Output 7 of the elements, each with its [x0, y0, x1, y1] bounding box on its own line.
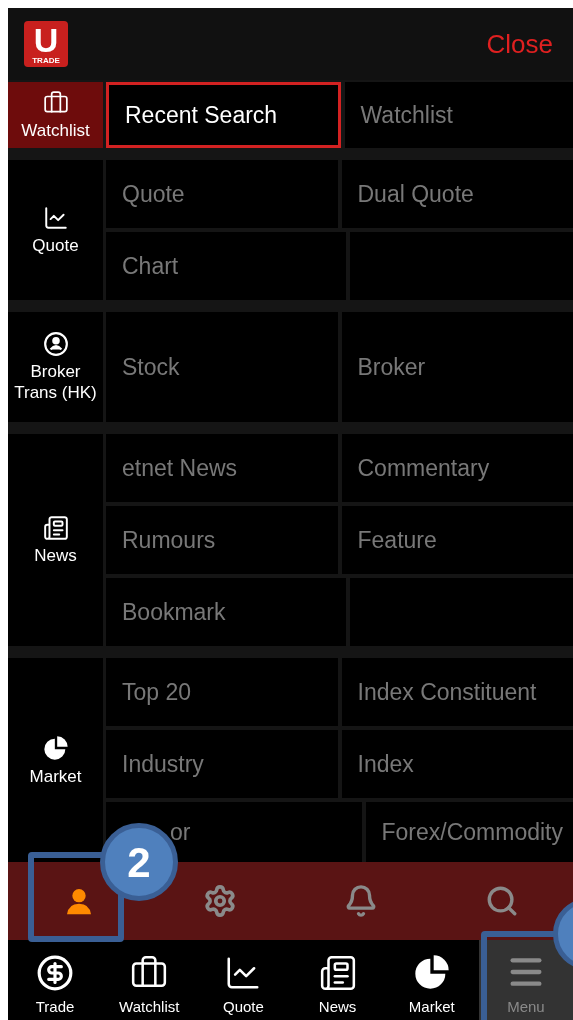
- category-label: Market: [29, 765, 82, 787]
- category-label: News: [34, 544, 77, 566]
- category-label: Watchlist: [21, 119, 90, 141]
- category-label: Quote: [32, 234, 79, 256]
- logo-text: TRADE: [32, 56, 60, 65]
- logo-letter: U: [33, 24, 59, 56]
- category-label: Broker Trans (HK): [13, 361, 98, 403]
